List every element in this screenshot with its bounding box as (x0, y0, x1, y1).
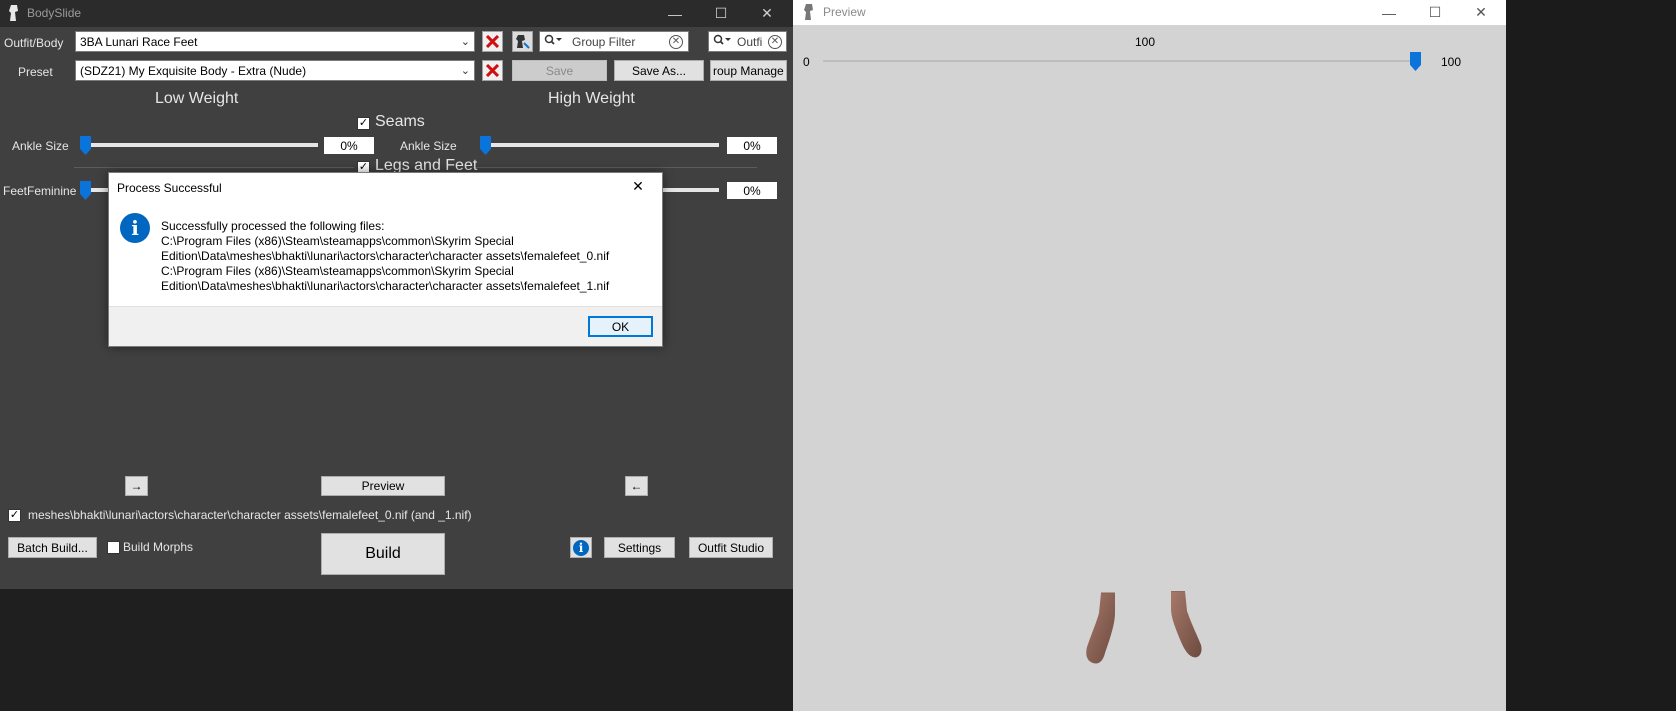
feet-model (1063, 590, 1213, 701)
close-button[interactable]: ✕ (744, 0, 790, 27)
dialog-footer: OK (109, 306, 662, 346)
outfit-filter-input[interactable]: Outfi ✕ (708, 31, 787, 52)
slider-separator (74, 167, 354, 168)
ankle-size-high-value[interactable]: 0% (727, 137, 777, 154)
chevron-down-icon: ⌄ (460, 65, 470, 77)
group-filter-placeholder: Group Filter (572, 34, 636, 49)
settings-button[interactable]: Settings (604, 537, 675, 558)
preset-dropdown[interactable]: (SDZ21) My Exquisite Body - Extra (Nude)… (75, 60, 475, 81)
right-foot (1171, 590, 1202, 658)
outfit-body-dropdown[interactable]: 3BA Lunari Race Feet ⌄ (75, 31, 475, 52)
slider-label-low: FeetFeminine (3, 184, 77, 198)
save-preset-button[interactable]: Save (512, 60, 607, 81)
about-button[interactable]: i (570, 537, 592, 558)
dialog-title: Process Successful (117, 181, 222, 195)
minimize-button[interactable]: — (652, 0, 698, 27)
preview-viewport[interactable]: 100 0 100 (793, 25, 1506, 711)
dialog-message: Successfully processed the following fil… (161, 219, 609, 294)
group-filter-toggle-button[interactable] (512, 31, 533, 52)
weight-value-label: 100 (1135, 35, 1156, 49)
preset-value: (SDZ21) My Exquisite Body - Extra (Nude) (80, 63, 307, 78)
ankle-size-low-slider-track[interactable] (85, 143, 318, 147)
feet-feminine-low-slider-thumb[interactable] (80, 181, 91, 200)
build-button[interactable]: Build (321, 533, 445, 575)
clear-filter-icon[interactable]: ✕ (669, 34, 683, 49)
save-as-button[interactable]: Save As... (614, 60, 704, 81)
output-path-label: meshes\bhakti\lunari\actors\character\ch… (28, 508, 472, 522)
message-line: C:\Program Files (x86)\Steam\steamapps\c… (161, 234, 514, 248)
slider-separator (473, 167, 757, 168)
copy-low-to-high-button[interactable]: → (125, 476, 148, 496)
outfit-body-value: 3BA Lunari Race Feet (80, 34, 198, 49)
seams-category-label: Seams (375, 113, 425, 130)
low-weight-header: Low Weight (155, 90, 239, 107)
filter-figure-icon (516, 35, 530, 49)
info-icon: i (573, 539, 589, 556)
window-title: BodySlide (27, 6, 82, 20)
feet-feminine-high-value[interactable]: 0% (727, 182, 777, 199)
close-button[interactable]: ✕ (1458, 0, 1504, 26)
preview-button[interactable]: Preview (321, 476, 445, 496)
maximize-button[interactable]: ☐ (698, 0, 744, 27)
slider-label-low: Ankle Size (12, 139, 69, 153)
group-manager-button[interactable]: roup Manage (710, 60, 787, 81)
slider-label-high: Ankle Size (400, 139, 457, 153)
bodyslide-titlebar[interactable]: BodySlide — ☐ ✕ (0, 0, 793, 27)
desktop-background (1506, 0, 1676, 711)
preview-app-icon (803, 4, 815, 20)
ankle-size-low-slider-thumb[interactable] (80, 136, 91, 155)
outfit-studio-button[interactable]: Outfit Studio (689, 537, 773, 558)
search-dropdown-icon[interactable] (713, 34, 735, 49)
message-line: Successfully processed the following fil… (161, 219, 385, 233)
maximize-button[interactable]: ☐ (1412, 0, 1458, 26)
preview-titlebar[interactable]: Preview — ☐ ✕ (793, 0, 1506, 25)
ok-button[interactable]: OK (588, 316, 653, 337)
clear-outfit-button[interactable] (482, 31, 503, 52)
red-x-icon (486, 64, 499, 77)
group-filter-input[interactable]: Group Filter ✕ (539, 31, 689, 52)
preview-window-title: Preview (823, 5, 866, 19)
message-line: C:\Program Files (x86)\Steam\steamapps\c… (161, 264, 514, 278)
process-successful-dialog: Process Successful ✕ i Successfully proc… (108, 172, 663, 347)
build-morphs-label: Build Morphs (123, 540, 194, 554)
seams-category-checkbox[interactable]: ✓ (357, 117, 370, 130)
weight-slider-thumb[interactable] (1410, 52, 1421, 71)
search-dropdown-icon[interactable] (544, 34, 566, 49)
high-weight-header: High Weight (548, 90, 635, 107)
weight-min-label: 0 (803, 55, 810, 69)
clear-preset-button[interactable] (482, 60, 503, 81)
message-line: Edition\Data\meshes\bhakti\lunari\actors… (161, 279, 610, 293)
build-morphs-checkbox[interactable] (107, 541, 120, 554)
outfit-filter-placeholder: Outfi (737, 34, 763, 49)
clear-filter-icon[interactable]: ✕ (768, 34, 782, 49)
ankle-size-low-value[interactable]: 0% (324, 137, 374, 154)
desktop-background (0, 589, 793, 711)
chevron-down-icon: ⌄ (460, 36, 470, 48)
weight-max-label: 100 (1441, 55, 1462, 69)
preset-label: Preset (18, 65, 53, 79)
ankle-size-high-slider-track[interactable] (485, 143, 719, 147)
left-foot (1086, 592, 1115, 664)
copy-high-to-low-button[interactable]: ← (625, 476, 648, 496)
ankle-size-high-slider-thumb[interactable] (480, 136, 491, 155)
minimize-button[interactable]: — (1366, 0, 1412, 26)
bodyslide-app-icon (8, 5, 20, 21)
message-line: Edition\Data\meshes\bhakti\lunari\actors… (161, 249, 610, 263)
dialog-close-button[interactable]: ✕ (629, 178, 647, 196)
outfit-body-label: Outfit/Body (4, 36, 64, 50)
output-path-checkbox[interactable]: ✓ (8, 509, 21, 522)
info-icon: i (120, 213, 150, 243)
red-x-icon (486, 35, 499, 48)
batch-build-button[interactable]: Batch Build... (8, 537, 97, 558)
weight-slider-track[interactable] (823, 60, 1415, 62)
